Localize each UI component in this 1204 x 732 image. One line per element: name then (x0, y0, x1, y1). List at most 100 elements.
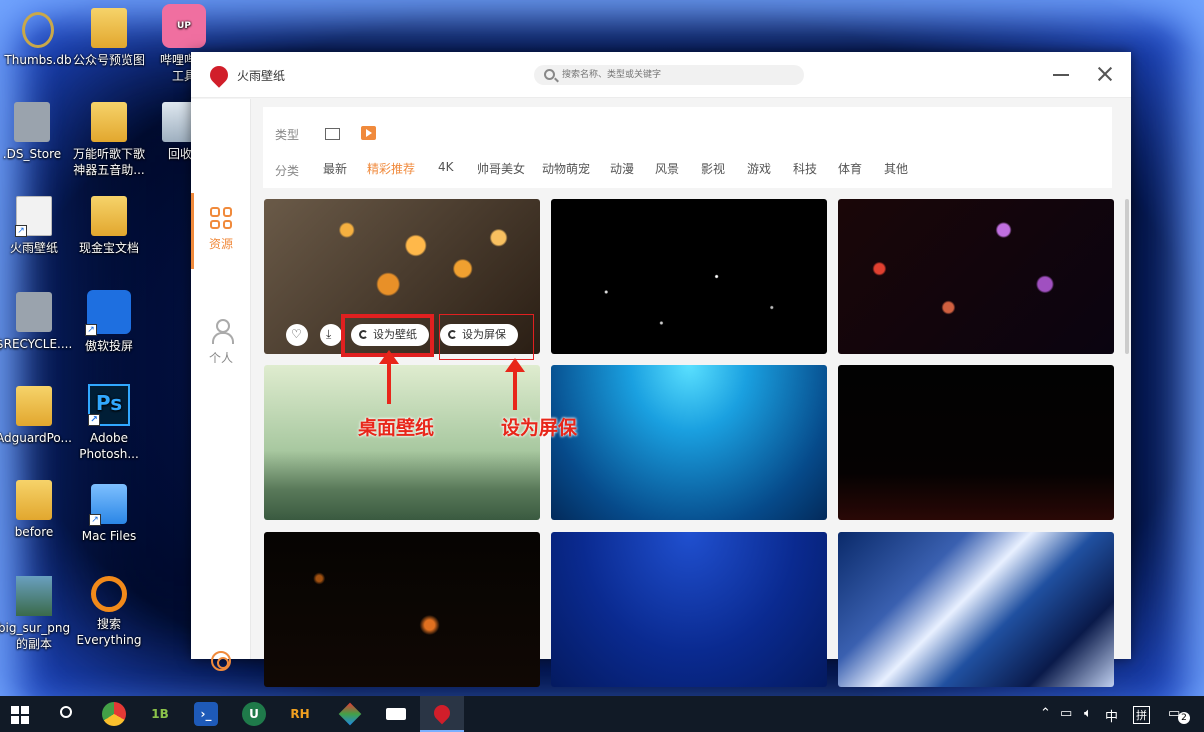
desktop-icon-everything[interactable]: 搜索 Everything (71, 576, 147, 648)
wallpaper-card[interactable] (838, 532, 1114, 687)
desktop-icon-label: 现金宝文档 (78, 241, 139, 255)
chrome-icon[interactable] (102, 702, 126, 726)
desktop-icon-aoruan[interactable]: ↗ 傲软投屏 (71, 290, 147, 354)
tray-chevron-icon[interactable]: ⌃ (1040, 706, 1051, 721)
desktop-icon-label: AdguardPo... (0, 431, 72, 445)
desktop-icon-thumbs-db[interactable]: Thumbs.db (0, 12, 76, 68)
desktop-icon-adguard[interactable]: AdguardPo... (0, 386, 72, 446)
category-4k[interactable]: 4K (438, 160, 454, 174)
minimize-button[interactable] (1053, 74, 1069, 76)
category-sports[interactable]: 体育 (838, 160, 862, 177)
close-button[interactable] (1097, 66, 1113, 82)
photoshop-icon: Ps ↗ (88, 384, 130, 426)
desktop-icon-label: big_sur_png (0, 621, 71, 635)
desktop-icon-label: 万能听歌下歌 (72, 147, 145, 161)
wallpaper-card[interactable] (551, 199, 827, 354)
taskbar-active-app[interactable] (420, 696, 464, 732)
annotation-label-screensaver: 设为屏保 (501, 417, 578, 439)
category-games[interactable]: 游戏 (747, 160, 771, 177)
shortcut-arrow-icon: ↗ (88, 414, 100, 426)
category-scenery[interactable]: 风景 (655, 160, 679, 177)
file-icon (14, 102, 50, 142)
notification-count: 2 (1178, 712, 1190, 724)
desktop-icon-label: 搜索 (96, 617, 121, 631)
annotation-label-wallpaper: 桌面壁纸 (358, 417, 435, 439)
scrollbar[interactable] (1125, 199, 1129, 354)
desktop-icon-recycle[interactable]: $RECYCLE.... (0, 292, 72, 352)
desktop-icon-label: 神器五音助... (73, 163, 145, 177)
person-icon (211, 319, 234, 344)
category-latest[interactable]: 最新 (323, 160, 347, 177)
search-input[interactable] (562, 67, 792, 83)
sidebar-item-label: 资源 (208, 237, 233, 251)
desktop-icon-before[interactable]: before (0, 480, 72, 540)
category-other[interactable]: 其他 (884, 160, 908, 177)
folder-icon (16, 386, 52, 426)
desktop-icon-big-sur[interactable]: big_sur_png 的副本 (0, 576, 72, 652)
volume-icon[interactable]: 🔈︎ (1084, 706, 1092, 721)
search-icon (60, 706, 72, 718)
desktop-icon-label: Everything (76, 633, 142, 647)
keyboard-app-icon[interactable] (384, 702, 408, 726)
desktop-icon-mac-files[interactable]: ↗ Mac Files (71, 484, 147, 544)
powershell-icon[interactable]: ›_ (194, 702, 218, 726)
diamond-app-icon[interactable] (338, 702, 362, 726)
file-icon: ↗ (15, 196, 52, 237)
download-button[interactable]: ⤓ (320, 324, 342, 346)
category-anime[interactable]: 动漫 (610, 160, 634, 177)
desktop-icon-label: .DS_Store (2, 147, 62, 161)
image-type-icon[interactable] (325, 128, 340, 140)
sidebar-item-resources[interactable]: 资源 (191, 207, 251, 252)
video-type-icon[interactable] (361, 126, 376, 140)
sidebar-item-personal[interactable]: 个人 (191, 319, 251, 366)
notification-button[interactable]: ▭ 2 (1168, 706, 1190, 724)
flame-logo-icon (206, 62, 232, 88)
wallpaper-card[interactable] (838, 365, 1114, 520)
favorite-button[interactable]: ♡ (286, 324, 308, 346)
category-animals[interactable]: 动物萌宠 (542, 160, 590, 177)
bilibili-icon: UP (162, 4, 206, 48)
wallpaper-card[interactable] (551, 365, 827, 520)
sidebar-item-label: 个人 (208, 351, 233, 365)
wallpaper-card[interactable] (838, 199, 1114, 354)
desktop-icon-photoshop[interactable]: Ps ↗ Adobe Photosh... (71, 384, 147, 462)
type-label: 类型 (275, 128, 300, 142)
category-film[interactable]: 影视 (701, 160, 725, 177)
annotation-box-screensaver (439, 314, 534, 360)
category-people[interactable]: 帅哥美女 (477, 160, 525, 177)
windows-logo-icon (11, 706, 29, 724)
pinyin-indicator[interactable]: 拼 (1133, 706, 1150, 724)
upwork-icon[interactable]: U (242, 702, 266, 726)
grid-icon (210, 207, 232, 229)
1blocker-app-icon[interactable]: 1B (148, 702, 172, 726)
photoshop-glyph: Ps (95, 391, 123, 415)
desktop-icon-huoyu-wallpaper[interactable]: ↗ 火雨壁纸 (0, 196, 72, 256)
desktop-icon-label: Adobe (90, 431, 128, 445)
search-taskbar-button[interactable] (54, 702, 78, 726)
desktop-icon-ds-store[interactable]: .DS_Store (0, 102, 70, 162)
download-icon: ⤓ (326, 327, 332, 341)
wallpaper-card[interactable] (264, 365, 540, 520)
filter-panel: 类型 分类 最新 精彩推荐 4K 帅哥美女 动物萌宠 动漫 风景 影视 游戏 科… (263, 107, 1112, 188)
category-tech[interactable]: 科技 (793, 160, 817, 177)
sidebar: 资源 个人 (191, 99, 251, 671)
settings-icon[interactable] (211, 651, 231, 671)
network-icon[interactable]: ▭ (1060, 706, 1072, 721)
desktop-icon-label: $RECYCLE.... (0, 337, 73, 351)
desktop-icon-label: 火雨壁纸 (9, 241, 58, 255)
desktop-icon-preview[interactable]: 公众号预览图 (71, 8, 147, 68)
screencast-app-icon: ↗ (85, 290, 131, 336)
desktop-icon-music[interactable]: 万能听歌下歌 神器五音助... (71, 102, 147, 178)
category-featured[interactable]: 精彩推荐 (367, 160, 415, 177)
start-button[interactable] (8, 702, 32, 726)
desktop-icon-label: Mac Files (81, 529, 137, 543)
wallpaper-card[interactable] (551, 532, 827, 687)
heart-icon: ♡ (291, 327, 302, 341)
search-box[interactable] (534, 65, 804, 85)
rh-app-icon[interactable]: RH (288, 702, 312, 726)
ime-indicator[interactable]: 中 (1105, 706, 1118, 725)
shortcut-arrow-icon: ↗ (85, 324, 97, 336)
desktop-icon-cash-docs[interactable]: 现金宝文档 (71, 196, 147, 256)
category-label: 分类 (275, 164, 300, 178)
wallpaper-card[interactable] (264, 532, 540, 687)
